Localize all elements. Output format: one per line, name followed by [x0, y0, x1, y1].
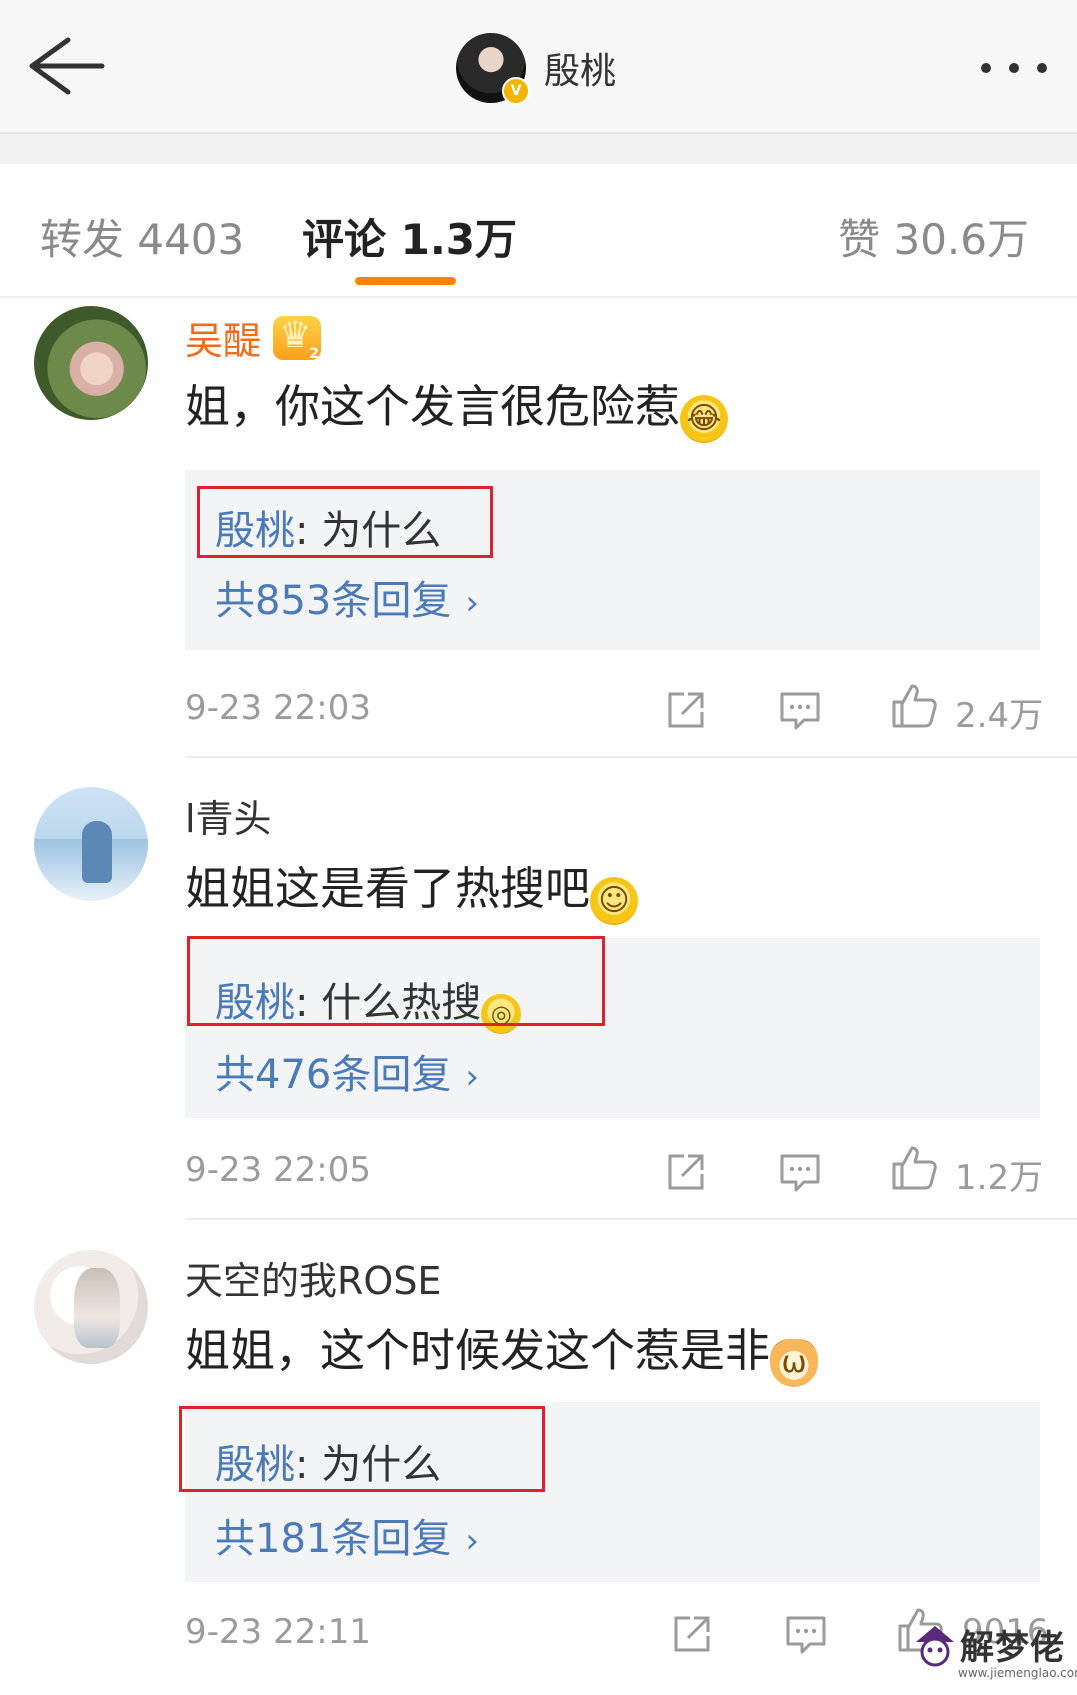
- top-bar: V 殷桃: [0, 0, 1077, 134]
- watermark-logo-icon: [916, 1626, 954, 1667]
- comment-icon[interactable]: [776, 1148, 824, 1196]
- reply-count-text: 共476条回复: [215, 1052, 452, 1098]
- chevron-right-icon: ›: [465, 1521, 479, 1561]
- page-title: 殷桃: [544, 51, 617, 92]
- tab-likes[interactable]: 赞 30.6万: [838, 206, 1029, 267]
- divider: [185, 756, 1077, 758]
- watermark-text: 解梦佬: [960, 1628, 1065, 1668]
- avatar[interactable]: [34, 1250, 148, 1364]
- comment-timestamp: 9-23 22:11: [185, 1612, 371, 1652]
- view-replies-link[interactable]: 共476条回复 ›: [215, 1042, 479, 1100]
- avatar[interactable]: V: [456, 33, 530, 105]
- site-watermark: 解梦佬 www.jiemenglao.com: [910, 1618, 1077, 1690]
- comment-icon[interactable]: [776, 686, 824, 734]
- view-replies-link[interactable]: 共181条回复 ›: [215, 1506, 479, 1564]
- share-icon[interactable]: [668, 1610, 716, 1658]
- chevron-right-icon: ›: [465, 583, 479, 623]
- tab-bar: 转发 4403 评论 1.3万 赞 30.6万: [0, 164, 1077, 298]
- highlight-frame: [179, 1406, 545, 1492]
- user-name-text: 吴醍: [185, 319, 262, 363]
- highlight-frame: [187, 936, 605, 1026]
- like-count: 2.4万: [955, 696, 1044, 736]
- comment-text-content: 姐，你这个发言很危险惹: [185, 380, 681, 433]
- comment-user-name[interactable]: 天空的我ROSE: [185, 1250, 441, 1305]
- share-icon[interactable]: [662, 1148, 710, 1196]
- back-arrow-icon[interactable]: [22, 34, 106, 98]
- comment-text: 姐姐这是看了热搜吧 ☺: [185, 852, 639, 925]
- reply-count-text: 共853条回复: [215, 578, 452, 624]
- comment-icon[interactable]: [782, 1610, 830, 1658]
- comment-text: 姐姐，这个时候发这个惹是非 ω: [185, 1314, 819, 1387]
- chevron-right-icon: ›: [465, 1057, 479, 1097]
- vip-crown-icon: 2: [273, 314, 322, 362]
- share-icon[interactable]: [662, 686, 710, 734]
- smile-emoji-icon: ☺: [590, 877, 639, 925]
- comment-user-name[interactable]: 吴醍 2: [185, 310, 322, 365]
- avatar[interactable]: [34, 787, 148, 901]
- highlight-frame: [197, 486, 493, 558]
- comment-text-content: 姐姐这是看了热搜吧: [185, 862, 591, 915]
- divider: [185, 1218, 1077, 1220]
- profile-header[interactable]: V 殷桃: [456, 32, 617, 105]
- verified-badge-icon: V: [502, 77, 530, 105]
- thumbs-up-icon[interactable]: [890, 1144, 938, 1192]
- comment-timestamp: 9-23 22:05: [185, 1150, 371, 1190]
- active-tab-indicator: [355, 277, 456, 285]
- tab-comments[interactable]: 评论 1.3万: [302, 206, 517, 267]
- comment-timestamp: 9-23 22:03: [185, 688, 371, 728]
- comment-user-name[interactable]: l青头: [185, 788, 272, 843]
- avatar[interactable]: [34, 306, 148, 420]
- thumbs-up-icon[interactable]: [890, 682, 938, 730]
- tab-repost[interactable]: 转发 4403: [40, 206, 244, 267]
- view-replies-link[interactable]: 共853条回复 ›: [215, 568, 479, 626]
- watermark-url: www.jiemenglao.com: [958, 1666, 1077, 1680]
- comment-text: 姐，你这个发言很危险惹 😂: [185, 370, 729, 443]
- reply-count-text: 共181条回复: [215, 1516, 452, 1562]
- laugh-cry-emoji-icon: 😂: [680, 395, 729, 443]
- like-count: 1.2万: [955, 1158, 1044, 1198]
- comment-text-content: 姐姐，这个时候发这个惹是非: [185, 1324, 771, 1377]
- section-divider: [0, 134, 1077, 164]
- more-options-icon[interactable]: [978, 58, 1050, 78]
- cat-emoji-icon: ω: [770, 1339, 819, 1387]
- vip-level: 2: [309, 346, 320, 362]
